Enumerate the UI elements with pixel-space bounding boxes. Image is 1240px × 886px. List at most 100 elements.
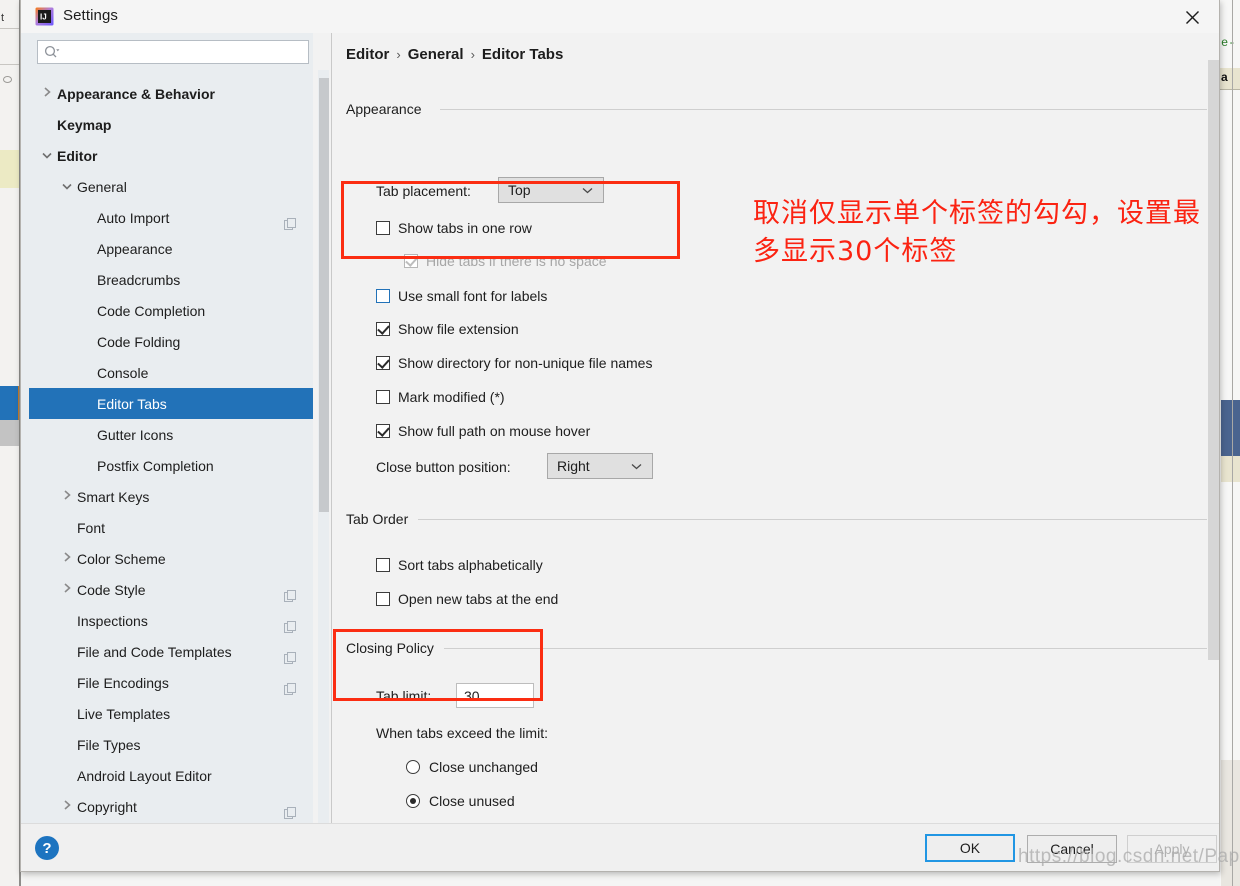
sidebar-item-file-encodings[interactable]: File Encodings <box>29 667 313 698</box>
sidebar-item-general[interactable]: General <box>29 171 313 202</box>
dialog-title: Settings <box>63 7 118 24</box>
close-unchanged-label: Close unchanged <box>429 759 538 775</box>
copy-settings-icon[interactable] <box>284 800 297 823</box>
sidebar-item-label: Inspections <box>77 612 148 629</box>
help-button[interactable]: ? <box>35 836 59 860</box>
ide-background-oval-glyph <box>3 76 12 83</box>
checkbox-box <box>376 592 390 606</box>
sidebar-item-copyright[interactable]: Copyright <box>29 791 313 822</box>
show-full-path-label: Show full path on mouse hover <box>398 423 591 439</box>
ide-background-code-text: e- <box>1221 36 1236 50</box>
ok-button[interactable]: OK <box>925 834 1015 862</box>
sort-tabs-alphabetically-label: Sort tabs alphabetically <box>398 557 543 573</box>
sidebar-item-file-and-code-templates[interactable]: File and Code Templates <box>29 636 313 667</box>
tab-order-group-title: Tab Order <box>346 511 417 527</box>
checkbox-box <box>376 289 390 303</box>
svg-text:IJ: IJ <box>40 13 47 22</box>
chevron-right-icon[interactable] <box>57 575 77 606</box>
sidebar-item-label: Color Scheme <box>77 550 166 567</box>
sidebar-item-label: Appearance & Behavior <box>57 85 215 102</box>
breadcrumb-separator-2: › <box>470 47 475 62</box>
sidebar-item-label: Editor <box>57 147 98 164</box>
sidebar-scrollbar-thumb[interactable] <box>319 78 329 512</box>
sidebar-scrollbar-track[interactable] <box>318 70 329 823</box>
ide-background-right-border <box>1232 0 1233 886</box>
chevron-right-icon[interactable] <box>57 544 77 575</box>
settings-tree[interactable]: Appearance & Behavior Keymap Editor General… <box>29 78 313 823</box>
close-unused-radio[interactable]: Close unused <box>406 793 515 809</box>
use-small-font-checkbox[interactable]: Use small font for labels <box>376 288 547 304</box>
sidebar-item-smart-keys[interactable]: Smart Keys <box>29 481 313 512</box>
sidebar-item-label: Android Layout Editor <box>77 767 212 784</box>
close-unchanged-radio[interactable]: Close unchanged <box>406 759 538 775</box>
sidebar-item-code-style[interactable]: Code Style <box>29 574 313 605</box>
sidebar-item-label: Appearance <box>97 240 173 257</box>
sidebar-item-code-completion[interactable]: Code Completion <box>29 295 313 326</box>
sidebar-item-inspections[interactable]: Inspections <box>29 605 313 636</box>
search-icon <box>44 45 60 59</box>
chevron-right-icon[interactable] <box>57 482 77 513</box>
mark-modified-checkbox[interactable]: Mark modified (*) <box>376 389 505 405</box>
checkbox-box <box>376 390 390 404</box>
sidebar-item-gutter-icons[interactable]: Gutter Icons <box>29 419 313 450</box>
sidebar-item-live-templates[interactable]: Live Templates <box>29 698 313 729</box>
sidebar-item-label: Copyright <box>77 798 137 815</box>
show-full-path-checkbox[interactable]: Show full path on mouse hover <box>376 423 590 439</box>
sidebar-item-font[interactable]: Font <box>29 512 313 543</box>
show-directory-checkbox[interactable]: Show directory for non-unique file names <box>376 355 652 371</box>
sidebar-item-auto-import[interactable]: Auto Import <box>29 202 313 233</box>
close-button-position-value: Right <box>557 458 590 474</box>
breadcrumb: Editor › General › Editor Tabs <box>346 46 563 63</box>
sidebar-item-color-scheme[interactable]: Color Scheme <box>29 543 313 574</box>
sidebar-item-label: Code Folding <box>97 333 181 350</box>
breadcrumb-part-general[interactable]: General <box>408 46 464 63</box>
ide-background-right-highlight <box>1221 456 1240 482</box>
ide-background-editor-tab-label: a <box>1221 70 1228 84</box>
close-icon[interactable] <box>1171 2 1213 32</box>
breadcrumb-part-editor-tabs[interactable]: Editor Tabs <box>482 46 563 63</box>
chevron-right-icon[interactable] <box>37 79 57 110</box>
sidebar-item-console[interactable]: Console <box>29 357 313 388</box>
sort-tabs-alphabetically-checkbox[interactable]: Sort tabs alphabetically <box>376 557 543 573</box>
search-input[interactable] <box>60 43 308 61</box>
show-directory-label: Show directory for non-unique file names <box>398 355 653 371</box>
sidebar-item-keymap[interactable]: Keymap <box>29 109 313 140</box>
chevron-down-icon[interactable] <box>57 172 77 203</box>
sidebar-item-editor[interactable]: Editor <box>29 140 313 171</box>
checkbox-box <box>376 356 390 370</box>
ide-background-selection-grey <box>0 420 20 446</box>
sidebar-item-label: File Encodings <box>77 674 169 691</box>
content-scrollbar-track[interactable] <box>1207 33 1219 823</box>
appearance-group-title: Appearance <box>346 101 430 117</box>
sidebar-item-appearance-behavior[interactable]: Appearance & Behavior <box>29 78 313 109</box>
sidebar-item-postfix-completion[interactable]: Postfix Completion <box>29 450 313 481</box>
chevron-right-icon[interactable] <box>57 792 77 823</box>
close-button-position-dropdown[interactable]: Right <box>547 453 653 479</box>
sidebar-item-editor-tabs[interactable]: Editor Tabs <box>29 388 313 419</box>
sidebar-item-label: Auto Import <box>97 209 170 226</box>
annotation-note: 取消仅显示单个标签的勾勾，设置最多显示30个标签 <box>753 198 1201 267</box>
sidebar-item-breadcrumbs[interactable]: Breadcrumbs <box>29 264 313 295</box>
sidebar-item-file-types[interactable]: File Types <box>29 729 313 760</box>
search-box[interactable] <box>37 40 309 64</box>
show-file-extension-checkbox[interactable]: Show file extension <box>376 321 519 337</box>
breadcrumb-part-editor[interactable]: Editor <box>346 46 389 63</box>
sidebar-item-label: Code Style <box>77 581 146 598</box>
sidebar-item-label: Console <box>97 364 149 381</box>
sidebar-item-label: Code Completion <box>97 302 206 319</box>
checkbox-box <box>376 558 390 572</box>
sidebar-item-label: General <box>77 178 127 195</box>
sidebar-item-android-layout-editor[interactable]: Android Layout Editor <box>29 760 313 791</box>
settings-dialog: IJ Settings Appearance & Behavior Keymap… <box>20 0 1220 872</box>
chevron-down-icon[interactable] <box>37 141 57 172</box>
sidebar-item-label: File Types <box>77 736 141 753</box>
show-file-extension-label: Show file extension <box>398 321 519 337</box>
content-scrollbar-thumb[interactable] <box>1208 60 1219 660</box>
checkbox-box <box>376 424 390 438</box>
sidebar-item-appearance[interactable]: Appearance <box>29 233 313 264</box>
chevron-down-icon <box>631 463 652 470</box>
ide-background-divider-1 <box>0 28 20 29</box>
sidebar-item-code-folding[interactable]: Code Folding <box>29 326 313 357</box>
open-new-tabs-at-end-checkbox[interactable]: Open new tabs at the end <box>376 591 558 607</box>
screenshot-root: t e- a IJ Settings Appearance & Behavior… <box>0 0 1240 886</box>
